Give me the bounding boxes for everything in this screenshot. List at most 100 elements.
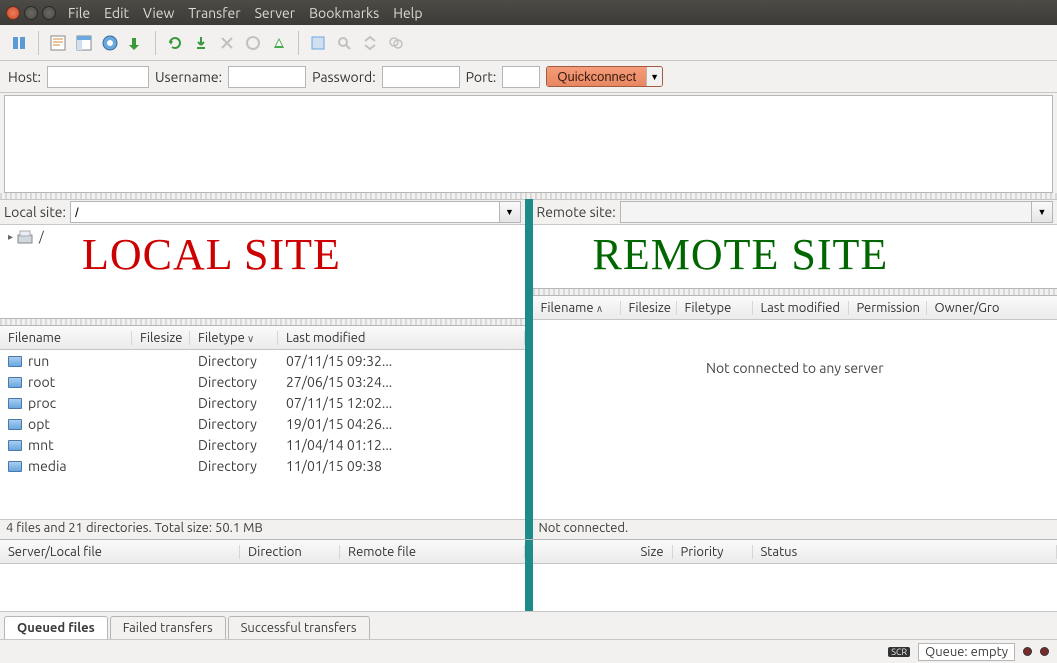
search-icon[interactable]: [333, 32, 355, 54]
remote-overlay-text: REMOTE SITE: [593, 229, 889, 280]
local-site-label: Local site:: [4, 204, 66, 220]
folder-icon: [8, 398, 22, 409]
queue-col-server[interactable]: Server/Local file: [0, 545, 240, 559]
menu-help[interactable]: Help: [393, 5, 422, 21]
remote-col-filename[interactable]: Filename: [533, 301, 621, 315]
remote-column-header[interactable]: Filename Filesize Filetype Last modified…: [533, 296, 1057, 320]
table-row[interactable]: runDirectory07/11/15 09:32...: [0, 350, 525, 371]
table-row[interactable]: rootDirectory27/06/15 03:24...: [0, 371, 525, 392]
menu-file[interactable]: File: [68, 5, 90, 21]
folder-icon: [8, 356, 22, 367]
remote-col-lastmod[interactable]: Last modified: [753, 301, 849, 315]
remote-tree-splitter[interactable]: [533, 289, 1057, 295]
remote-pane: Remote site: ▼ REMOTE SITE Filename File…: [533, 199, 1057, 539]
queue-col-priority[interactable]: Priority: [673, 545, 753, 559]
remote-status: Not connected.: [533, 519, 1057, 539]
table-row[interactable]: procDirectory07/11/15 12:02...: [0, 392, 525, 413]
message-log[interactable]: [4, 95, 1053, 193]
host-input[interactable]: [47, 66, 149, 88]
remote-path-bar: Remote site: ▼: [533, 199, 1057, 225]
process-queue-icon[interactable]: [164, 32, 186, 54]
local-path-dropdown[interactable]: ▼: [499, 201, 521, 223]
local-file-list: Filename Filesize Filetype Last modified…: [0, 325, 525, 519]
vertical-splitter[interactable]: [525, 199, 533, 539]
window-minimize-button[interactable]: [24, 6, 38, 20]
local-pane: Local site: ▼ ▸ / LOCAL SITE Filename Fi…: [0, 199, 525, 539]
queue-col-status[interactable]: Status: [753, 545, 1057, 559]
remote-list-body[interactable]: Not connected to any server: [533, 320, 1057, 519]
remote-col-owner[interactable]: Owner/Gro: [927, 301, 1057, 315]
quickconnect-dropdown[interactable]: ▼: [646, 67, 662, 86]
tab-successful-transfers[interactable]: Successful transfers: [228, 616, 370, 639]
remote-site-label: Remote site:: [537, 204, 616, 220]
compare-icon[interactable]: [268, 32, 290, 54]
local-col-filesize[interactable]: Filesize: [132, 331, 190, 345]
local-path-input[interactable]: [70, 201, 499, 223]
remote-empty-message: Not connected to any server: [533, 320, 1057, 376]
menu-edit[interactable]: Edit: [104, 5, 129, 21]
local-col-filetype[interactable]: Filetype: [190, 331, 278, 345]
main-split: Local site: ▼ ▸ / LOCAL SITE Filename Fi…: [0, 199, 1057, 539]
drive-icon: [17, 229, 35, 245]
queue-right: Size Priority Status: [533, 540, 1057, 611]
site-manager-icon[interactable]: [8, 32, 30, 54]
local-tree-panel[interactable]: ▸ / LOCAL SITE: [0, 225, 525, 319]
quickconnect-button[interactable]: Quickconnect: [547, 67, 646, 86]
queue-col-size[interactable]: Size: [533, 545, 673, 559]
encryption-indicator-icon: SCR: [888, 647, 910, 657]
menu-view[interactable]: View: [143, 5, 174, 21]
remote-col-permission[interactable]: Permission: [849, 301, 927, 315]
local-overlay-text: LOCAL SITE: [82, 229, 341, 280]
toggle-tree-icon[interactable]: [73, 32, 95, 54]
local-list-body[interactable]: runDirectory07/11/15 09:32...rootDirecto…: [0, 350, 525, 519]
local-column-header[interactable]: Filename Filesize Filetype Last modified: [0, 326, 525, 350]
remote-col-filetype[interactable]: Filetype: [677, 301, 753, 315]
toggle-queue-icon[interactable]: [99, 32, 121, 54]
activity-indicator-2-icon: [1040, 647, 1049, 656]
password-label: Password:: [312, 69, 376, 85]
tree-expander-icon[interactable]: ▸: [8, 231, 13, 243]
table-row[interactable]: optDirectory19/01/15 04:26...: [0, 413, 525, 434]
table-row[interactable]: mediaDirectory11/01/15 09:38: [0, 455, 525, 476]
statusbar: SCR Queue: empty: [0, 639, 1057, 663]
menu-server[interactable]: Server: [255, 5, 296, 21]
sync-browse-icon[interactable]: [359, 32, 381, 54]
remote-file-list: Filename Filesize Filetype Last modified…: [533, 295, 1057, 519]
folder-icon: [8, 440, 22, 451]
local-col-lastmod[interactable]: Last modified: [278, 331, 525, 345]
username-label: Username:: [155, 69, 222, 85]
refresh-icon[interactable]: [125, 32, 147, 54]
menu-transfer[interactable]: Transfer: [188, 5, 240, 21]
tree-root-label[interactable]: /: [39, 230, 44, 244]
cancel-icon[interactable]: [190, 32, 212, 54]
password-input[interactable]: [382, 66, 460, 88]
filter-icon[interactable]: [307, 32, 329, 54]
window-close-button[interactable]: [6, 6, 20, 20]
menu-bookmarks[interactable]: Bookmarks: [309, 5, 379, 21]
main-menu: File Edit View Transfer Server Bookmarks…: [68, 5, 423, 21]
queue-splitter[interactable]: [525, 540, 533, 611]
disconnect-icon[interactable]: [216, 32, 238, 54]
table-row[interactable]: mntDirectory11/04/14 01:12...: [0, 434, 525, 455]
port-input[interactable]: [502, 66, 540, 88]
local-tree-splitter[interactable]: [0, 319, 525, 325]
queue-left: Server/Local file Direction Remote file: [0, 540, 525, 611]
tab-queued-files[interactable]: Queued files: [4, 616, 108, 639]
transfer-queue-panel: Server/Local file Direction Remote file …: [0, 539, 1057, 611]
username-input[interactable]: [228, 66, 306, 88]
local-path-bar: Local site: ▼: [0, 199, 525, 225]
find-icon[interactable]: [385, 32, 407, 54]
reconnect-icon[interactable]: [242, 32, 264, 54]
window-maximize-button[interactable]: [42, 6, 56, 20]
local-col-filename[interactable]: Filename: [0, 331, 132, 345]
remote-col-filesize[interactable]: Filesize: [621, 301, 677, 315]
port-label: Port:: [466, 69, 497, 85]
queue-col-direction[interactable]: Direction: [240, 545, 340, 559]
queue-tabs: Queued files Failed transfers Successful…: [0, 611, 1057, 639]
remote-path-dropdown[interactable]: ▼: [1031, 201, 1053, 223]
remote-path-input[interactable]: [620, 201, 1031, 223]
toggle-log-icon[interactable]: [47, 32, 69, 54]
tab-failed-transfers[interactable]: Failed transfers: [110, 616, 226, 639]
queue-col-remotefile[interactable]: Remote file: [340, 545, 525, 559]
remote-tree-panel[interactable]: REMOTE SITE: [533, 225, 1057, 289]
